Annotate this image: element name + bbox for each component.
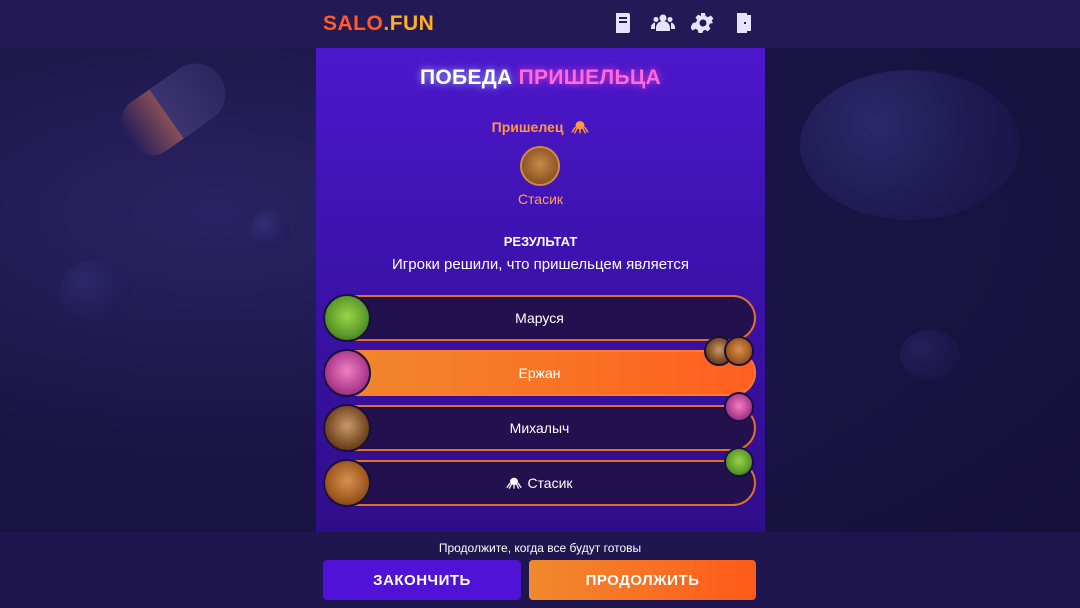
ready-hint: Продолжите, когда все будут готовы — [438, 541, 642, 555]
vote-avatar — [724, 447, 754, 477]
end-game-button[interactable]: ЗАКОНЧИТЬ — [323, 560, 521, 600]
player-name: Маруся — [515, 310, 564, 326]
result-heading: РЕЗУЛЬТАТ — [503, 234, 578, 249]
background-planet — [800, 70, 1020, 220]
exit-door-icon[interactable] — [730, 10, 756, 36]
player-row-3[interactable]: Михалыч — [323, 405, 756, 451]
top-icons — [610, 10, 756, 36]
background-asteroid — [250, 210, 290, 250]
page-title: ПОБЕДА ПРИШЕЛЬЦА — [420, 66, 661, 89]
players-icon[interactable] — [650, 10, 676, 36]
player-name: Ержан — [518, 365, 561, 381]
player-row-2-selected[interactable]: Ержан — [323, 350, 756, 396]
player-row-4[interactable]: Стасик — [323, 460, 756, 506]
alien-role-label: Пришелец — [316, 119, 765, 135]
player-name: Михалыч — [509, 420, 570, 436]
background-asteroid — [60, 260, 130, 320]
result-subtitle: Игроки решили, что пришельцем является — [392, 256, 689, 273]
octopus-icon — [571, 121, 590, 134]
alien-avatar — [520, 146, 560, 186]
player-avatar — [323, 294, 371, 342]
background-rocket — [112, 51, 238, 165]
alien-name: Стасик — [517, 191, 564, 207]
continue-button[interactable]: ПРОДОЛЖИТЬ — [529, 560, 756, 600]
rules-book-icon[interactable] — [610, 10, 636, 36]
player-avatar — [323, 349, 371, 397]
vote-avatar — [724, 336, 754, 366]
vote-avatar — [724, 392, 754, 422]
player-name-with-alien-icon: Стасик — [325, 462, 754, 504]
player-row-1[interactable]: Маруся — [323, 295, 756, 341]
settings-gear-icon[interactable] — [690, 10, 716, 36]
site-logo[interactable]: SALO.FUN — [323, 12, 434, 36]
player-avatar — [323, 459, 371, 507]
player-avatar — [323, 404, 371, 452]
background-asteroid — [900, 330, 960, 380]
top-bar: SALO.FUN — [0, 0, 1080, 48]
octopus-icon — [506, 477, 523, 489]
